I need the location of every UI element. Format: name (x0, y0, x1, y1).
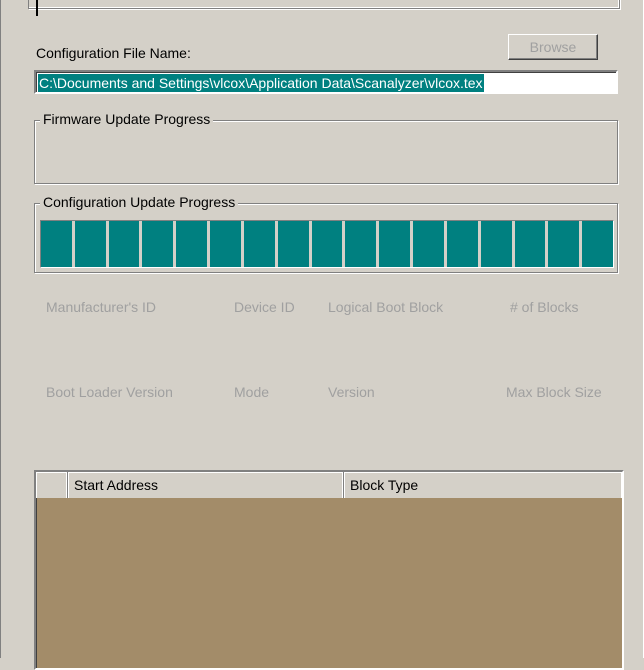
block-list-header: Start Address Block Type (36, 472, 622, 498)
top-panel-frame (28, 0, 620, 9)
progress-segment (345, 221, 377, 267)
num-blocks-label: # of Blocks (510, 299, 579, 315)
boot-loader-version-label: Boot Loader Version (46, 384, 173, 400)
progress-segment (446, 221, 478, 267)
progress-segment (413, 221, 444, 267)
window-left-edge (0, 0, 1, 658)
column-header-block-type[interactable]: Block Type (344, 472, 622, 498)
progress-segment (210, 221, 241, 267)
progress-segment (108, 221, 140, 267)
progress-segment (41, 221, 72, 267)
progress-segment (176, 221, 208, 267)
config-file-field[interactable]: C:\Documents and Settings\vlcox\Applicat… (34, 70, 618, 94)
progress-segment (379, 221, 411, 267)
browse-button[interactable]: Browse (508, 34, 598, 60)
progress-segment (277, 221, 309, 267)
progress-segment (74, 221, 106, 267)
progress-segment (514, 221, 546, 267)
logical-boot-block-label: Logical Boot Block (328, 299, 444, 315)
progress-segment (582, 221, 614, 267)
progress-segment (142, 221, 174, 267)
column-header-blank[interactable] (36, 472, 68, 498)
mode-label: Mode (234, 384, 270, 400)
manufacturer-id-label: Manufacturer's ID (46, 299, 157, 315)
column-header-start-address[interactable]: Start Address (68, 472, 344, 498)
firmware-update-title: Firmware Update Progress (40, 111, 214, 127)
config-update-title: Configuration Update Progress (40, 194, 239, 210)
device-id-label: Device ID (234, 299, 295, 315)
config-file-value: C:\Documents and Settings\vlcox\Applicat… (38, 74, 484, 92)
progress-segment (480, 221, 512, 267)
progress-segment (243, 221, 275, 267)
config-update-progress-bar (40, 220, 614, 268)
top-panel-tick (36, 0, 38, 16)
config-file-label: Configuration File Name: (36, 45, 191, 61)
progress-segment (311, 221, 343, 267)
firmware-update-group (34, 120, 618, 184)
max-block-size-label: Max Block Size (506, 384, 602, 400)
block-list[interactable]: Start Address Block Type (34, 470, 624, 670)
version-label: Version (328, 384, 375, 400)
progress-segment (548, 221, 580, 267)
